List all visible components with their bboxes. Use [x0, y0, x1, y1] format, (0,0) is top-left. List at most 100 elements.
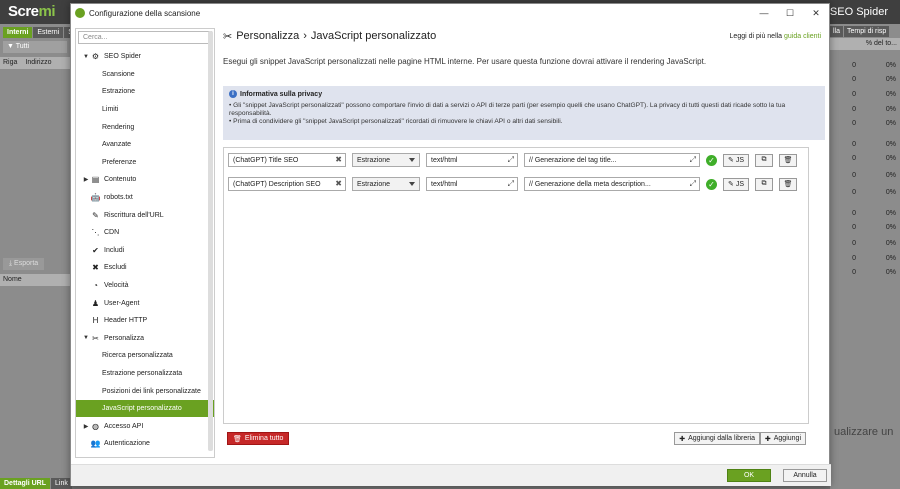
sidebar-search-input[interactable]: Cerca... [78, 31, 212, 44]
delete-row-button[interactable]: 🗑 [779, 177, 797, 191]
table-row[interactable]: 0 0% [830, 210, 900, 224]
sidebar-item-avanzate[interactable]: Avanzate [76, 136, 214, 154]
table-row[interactable]: 0 0% [830, 240, 900, 254]
sidebar-item-velocit[interactable]: ◔ Velocità [76, 277, 214, 295]
tab-interni[interactable]: Interni [3, 27, 33, 38]
collapsed-arrow-icon[interactable]: ▶ [81, 176, 91, 183]
sidebar-item-personalizza[interactable]: ▼ ✂ Personalizza [76, 330, 214, 348]
sidebar-item-autenticazione[interactable]: 👥 Autenticazione [76, 435, 214, 453]
sidebar-item-label: User-Agent [104, 299, 140, 307]
sidebar-item-robots-txt[interactable]: 🤖 robots.txt [76, 189, 214, 207]
tab-link[interactable]: Link [51, 478, 72, 489]
minimize-button[interactable]: — [751, 4, 777, 22]
col-percent[interactable]: % del to... [830, 38, 900, 50]
snippet-code-input[interactable]: // Generazione del tag title... ⤢ [524, 153, 700, 167]
snippet-code-input[interactable]: // Generazione della meta description...… [524, 177, 700, 191]
cell-count: 0 [852, 172, 856, 179]
table-row[interactable]: 0 0% [830, 106, 900, 120]
table-row[interactable]: 0 0% [830, 76, 900, 90]
col-tempi-risposta[interactable]: Tempi di risp [844, 26, 890, 37]
sidebar-item-header-http[interactable]: H Header HTTP [76, 312, 214, 330]
col-right-1[interactable]: lla [830, 26, 844, 37]
add-button[interactable]: ✚ Aggiungi [759, 432, 806, 445]
expand-icon[interactable]: ⤢ [690, 155, 696, 165]
col-indirizzo[interactable]: Indirizzo [25, 59, 51, 67]
sidebar-item-escludi[interactable]: ✖ Escludi [76, 259, 214, 277]
expand-icon[interactable]: ⤢ [690, 179, 696, 189]
breadcrumb-separator: › [303, 30, 307, 42]
table-row[interactable]: 0 0% [830, 172, 900, 186]
table-row[interactable]: 0 0% [830, 62, 900, 76]
expand-icon[interactable]: ⤢ [508, 155, 514, 165]
table-row[interactable]: 0 0% [830, 224, 900, 238]
add-from-library-button[interactable]: ✚ Aggiungi dalla libreria [674, 432, 760, 445]
sidebar-item-preferenze[interactable]: Preferenze [76, 154, 214, 172]
sidebar-item-riscrittura-dell-url[interactable]: ✎ Riscrittura dell'URL [76, 206, 214, 224]
cell-percent: 0% [885, 224, 896, 231]
snippet-name-input[interactable]: (ChatGPT) Description SEO ✖ [228, 177, 346, 191]
sidebar-scrollbar[interactable] [208, 31, 213, 451]
sidebar-item-contenuto[interactable]: ▶ ▤ Contenuto [76, 171, 214, 189]
clear-icon[interactable]: ✖ [335, 179, 342, 188]
cell-percent: 0% [885, 62, 896, 69]
content-type-input[interactable]: text/html ⤢ [426, 177, 518, 191]
sidebar-item-rendering[interactable]: Rendering [76, 118, 214, 136]
sidebar-item-includi[interactable]: ✔ Includi [76, 242, 214, 260]
filter-dropdown[interactable]: ▼ Tutti [3, 41, 67, 53]
sidebar-item-accesso-api[interactable]: ▶ ◍ Accesso API [76, 417, 214, 435]
privacy-line-1: • Gli "snippet JavaScript personalizzati… [229, 102, 786, 118]
table-row[interactable]: 0 0% [830, 120, 900, 134]
edit-js-button[interactable]: ✎ JS [723, 177, 749, 191]
collapsed-arrow-icon[interactable]: ▶ [81, 423, 91, 430]
sidebar-item-cdn[interactable]: ⋱ CDN [76, 224, 214, 242]
table-row[interactable]: 0 0% [830, 155, 900, 169]
duplicate-button[interactable]: ⧉ [755, 177, 773, 191]
edit-js-button[interactable]: ✎ JS [723, 153, 749, 167]
settings-sidebar: Cerca... ▼ ⚙ SEO Spider Scansione Estrazione… [75, 28, 215, 458]
globe-icon: ◍ [92, 421, 99, 431]
snippet-type-select[interactable]: Estrazione [352, 153, 420, 167]
clear-icon[interactable]: ✖ [335, 155, 342, 164]
sidebar-item-ricerca-personalizzata[interactable]: Ricerca personalizzata [76, 347, 214, 365]
cell-count: 0 [852, 76, 856, 83]
table-row[interactable]: 0 0% [830, 189, 900, 203]
ok-button[interactable]: OK [727, 469, 771, 482]
close-button[interactable]: ✕ [803, 4, 829, 22]
tab-dettagli-url[interactable]: Dettagli URL [0, 478, 50, 489]
export-button[interactable]: ⤓ Esporta [3, 258, 45, 270]
snippet-name-input[interactable]: (ChatGPT) Title SEO ✖ [228, 153, 346, 167]
delete-row-button[interactable]: 🗑 [779, 153, 797, 167]
delete-all-button[interactable]: 🗑 Elimina tutto [227, 432, 290, 445]
expand-icon[interactable]: ⤢ [508, 179, 514, 189]
cancel-button[interactable]: Annulla [783, 469, 827, 482]
expanded-arrow-icon[interactable]: ▼ [81, 54, 91, 60]
cell-percent: 0% [885, 91, 896, 98]
table-row[interactable]: 0 0% [830, 91, 900, 105]
duplicate-button[interactable]: ⧉ [755, 153, 773, 167]
trash-icon: 🗑 [233, 435, 242, 443]
table-row[interactable]: 0 0% [830, 255, 900, 269]
sidebar-item-scansione[interactable]: Scansione [76, 66, 214, 84]
col-riga[interactable]: Riga [3, 59, 17, 67]
sidebar-item-limiti[interactable]: Limiti [76, 101, 214, 119]
cell-count: 0 [852, 91, 856, 98]
col-nome[interactable]: Nome [0, 274, 70, 286]
user-guide-link[interactable]: guida clienti [784, 33, 821, 40]
sidebar-item-estrazione-personalizzata[interactable]: Estrazione personalizzata [76, 365, 214, 383]
table-row[interactable]: 0 0% [830, 269, 900, 283]
sidebar-item-posizioni-dei-link-personalizzate[interactable]: Posizioni dei link personalizzate [76, 382, 214, 400]
maximize-button[interactable]: ☐ [777, 4, 803, 22]
sidebar-item-user-agent[interactable]: ♟ User-Agent [76, 294, 214, 312]
user-agent-icon: ♟ [91, 298, 100, 308]
copy-icon: ⧉ [761, 180, 767, 187]
tab-esterni[interactable]: Esterni [33, 27, 64, 38]
table-row[interactable]: 0 0% [830, 141, 900, 155]
snippet-type-select[interactable]: Estrazione [352, 177, 420, 191]
content-header: ✂ Personalizza › JavaScript personalizza… [223, 28, 825, 44]
sidebar-item-estrazione[interactable]: Estrazione [76, 83, 214, 101]
expanded-arrow-icon[interactable]: ▼ [81, 335, 91, 341]
sidebar-item-seo-spider[interactable]: ▼ ⚙ SEO Spider [76, 48, 214, 66]
content-type-input[interactable]: text/html ⤢ [426, 153, 518, 167]
sidebar-item-javascript-personalizzato[interactable]: JavaScript personalizzato [76, 399, 214, 418]
sidebar-item-label: SEO Spider [104, 53, 141, 61]
